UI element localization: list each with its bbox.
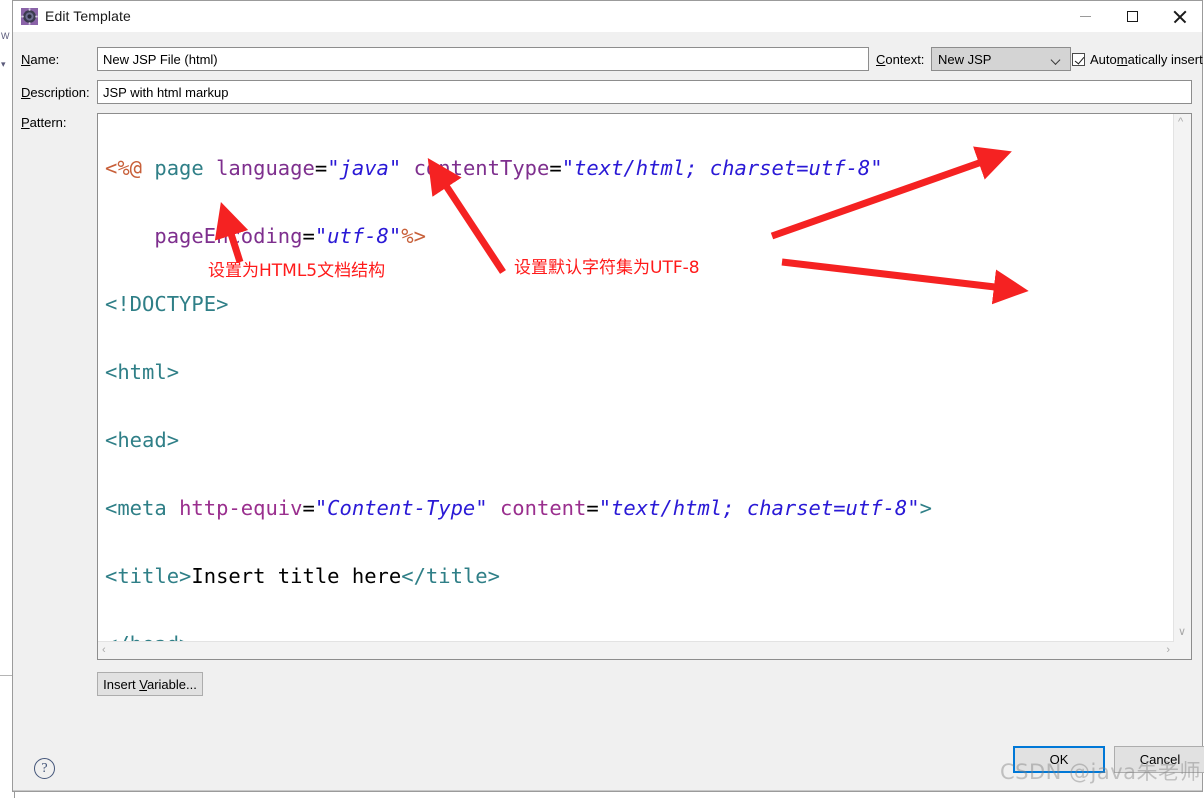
scroll-up-icon[interactable]: ^: [1178, 117, 1183, 128]
help-glyph: ?: [41, 760, 48, 776]
dialog-title: Edit Template: [45, 8, 131, 24]
description-input[interactable]: JSP with html markup: [97, 80, 1192, 104]
maximize-icon: [1126, 10, 1138, 22]
context-label: Context:: [876, 52, 925, 67]
annotation-charset: 设置默认字符集为UTF-8: [514, 258, 700, 278]
context-value: New JSP: [938, 51, 992, 67]
template-gear-icon: [21, 8, 38, 25]
help-icon[interactable]: ?: [34, 758, 55, 779]
insert-variable-button[interactable]: Insert Variable...: [97, 672, 203, 696]
name-label: Name:: [21, 52, 60, 67]
pattern-editor[interactable]: <%@ page language="java" contentType="te…: [97, 113, 1192, 660]
scrollbar-corner: [1174, 642, 1191, 659]
close-icon: [1173, 10, 1186, 23]
automatically-insert-checkbox[interactable]: Automatically insert: [1072, 52, 1203, 67]
code-line: <title>Insert title here</title>: [105, 564, 500, 588]
scroll-down-icon[interactable]: ∨: [1178, 627, 1186, 638]
pattern-horizontal-scrollbar[interactable]: ‹ ›: [98, 641, 1174, 659]
pattern-label: Pattern:: [21, 115, 67, 130]
chevron-down-icon: [1052, 57, 1061, 62]
bg-window-glyph: ▾: [1, 59, 6, 69]
watermark: CSDN @java朱老师: [1000, 760, 1202, 784]
edit-template-dialog: Edit Template Name: New JSP File (html) …: [12, 0, 1204, 792]
checkbox-icon: [1072, 53, 1085, 66]
annotation-doctype: 设置为HTML5文档结构: [208, 261, 386, 281]
footer-divider: [13, 790, 1202, 791]
minimize-button[interactable]: [1062, 1, 1108, 31]
code-line: <%@ page language="java" contentType="te…: [105, 156, 883, 180]
maximize-button[interactable]: [1109, 1, 1155, 31]
code-line: <head>: [105, 428, 180, 452]
insert-variable-label: Insert Variable...: [103, 676, 197, 692]
automatically-insert-label: Automatically insert: [1090, 52, 1203, 67]
bg-window-glyph: W: [1, 31, 10, 41]
minimize-icon: [1079, 16, 1091, 17]
scroll-left-icon[interactable]: ‹: [102, 645, 106, 656]
code-line: pageEncoding="utf-8"%>: [154, 224, 426, 248]
code-line: <html>: [105, 360, 180, 384]
close-button[interactable]: [1156, 1, 1202, 31]
code-line: <!DOCTYPE>: [105, 292, 229, 316]
name-input[interactable]: New JSP File (html): [97, 47, 869, 71]
context-dropdown[interactable]: New JSP: [931, 47, 1071, 71]
scroll-right-icon[interactable]: ›: [1166, 645, 1170, 656]
pattern-code: <%@ page language="java" contentType="te…: [105, 117, 932, 659]
pattern-vertical-scrollbar[interactable]: ^ ∨: [1173, 114, 1191, 642]
dialog-titlebar: Edit Template: [13, 1, 1202, 32]
code-line: <meta http-equiv="Content-Type" content=…: [105, 496, 932, 520]
description-label: Description:: [21, 85, 90, 100]
